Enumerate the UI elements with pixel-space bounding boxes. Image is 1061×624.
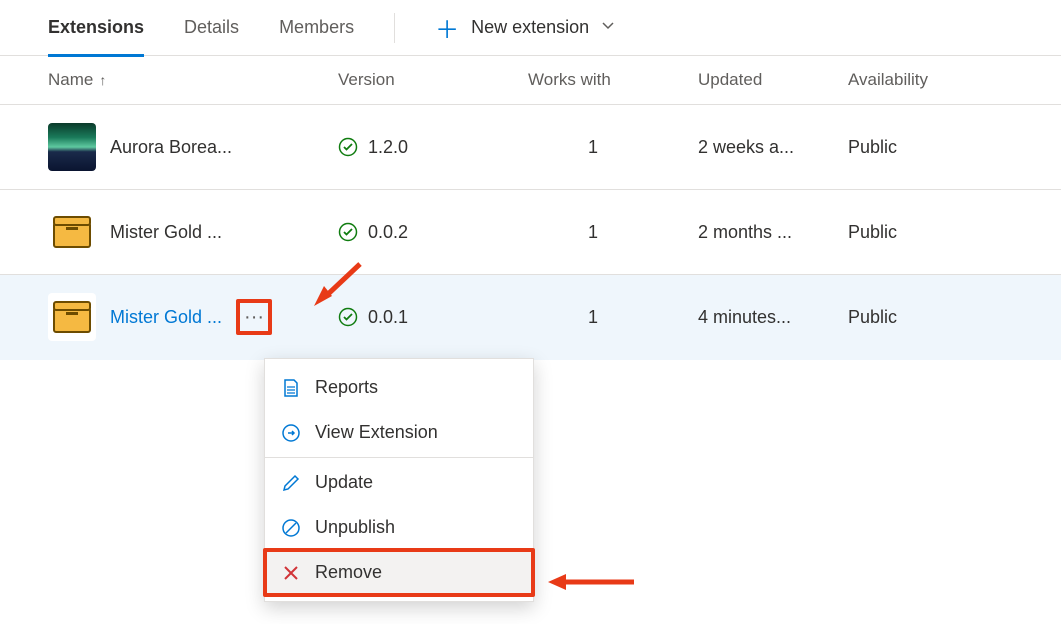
context-menu: Reports View Extension Update Unpublish … bbox=[264, 358, 534, 602]
cell-version: 0.0.1 bbox=[338, 307, 528, 328]
table-header: Name ↑ Version Works with Updated Availa… bbox=[0, 56, 1061, 105]
menu-label: View Extension bbox=[315, 422, 438, 443]
menu-item-update[interactable]: Update bbox=[265, 460, 533, 505]
menu-separator bbox=[265, 457, 533, 458]
check-circle-icon bbox=[338, 137, 358, 157]
column-works-with[interactable]: Works with bbox=[528, 70, 698, 90]
arrow-circle-icon bbox=[281, 423, 301, 443]
column-name[interactable]: Name ↑ bbox=[48, 70, 338, 90]
plus-icon: ＋ bbox=[435, 10, 459, 45]
tab-extensions[interactable]: Extensions bbox=[48, 0, 144, 56]
tab-members[interactable]: Members bbox=[279, 0, 354, 56]
new-extension-button[interactable]: ＋ New extension bbox=[435, 10, 615, 45]
tab-details[interactable]: Details bbox=[184, 0, 239, 56]
table-row[interactable]: Aurora Borea... 1.2.0 1 2 weeks a... Pub… bbox=[0, 105, 1061, 190]
menu-item-unpublish[interactable]: Unpublish bbox=[265, 505, 533, 550]
cell-works-with: 1 bbox=[528, 137, 698, 158]
block-icon bbox=[281, 518, 301, 538]
cell-updated: 2 months ... bbox=[698, 222, 848, 243]
menu-item-reports[interactable]: Reports bbox=[265, 365, 533, 410]
extension-name: Mister Gold ... bbox=[110, 222, 222, 243]
extension-name: Aurora Borea... bbox=[110, 137, 232, 158]
tabs-bar: Extensions Details Members ＋ New extensi… bbox=[0, 0, 1061, 56]
column-availability[interactable]: Availability bbox=[848, 70, 1061, 90]
document-icon bbox=[281, 378, 301, 398]
extension-thumbnail-icon bbox=[48, 123, 96, 171]
chevron-down-icon bbox=[601, 17, 615, 38]
menu-label: Remove bbox=[315, 562, 382, 583]
version-text: 1.2.0 bbox=[368, 137, 408, 158]
annotation-arrow-icon bbox=[312, 256, 372, 306]
version-text: 0.0.1 bbox=[368, 307, 408, 328]
cell-updated: 4 minutes... bbox=[698, 307, 848, 328]
extension-name: Mister Gold ... bbox=[110, 307, 222, 328]
menu-label: Reports bbox=[315, 377, 378, 398]
check-circle-icon bbox=[338, 222, 358, 242]
menu-label: Unpublish bbox=[315, 517, 395, 538]
highlight-outline bbox=[263, 548, 535, 597]
extension-thumbnail-icon bbox=[48, 293, 96, 341]
cell-works-with: 1 bbox=[528, 222, 698, 243]
column-updated[interactable]: Updated bbox=[698, 70, 848, 90]
cell-name: Aurora Borea... bbox=[48, 123, 338, 171]
annotation-arrow-icon bbox=[548, 570, 638, 594]
cell-availability: Public bbox=[848, 137, 1061, 158]
menu-label: Update bbox=[315, 472, 373, 493]
column-name-label: Name bbox=[48, 70, 93, 90]
more-actions-button[interactable]: ··· bbox=[236, 299, 272, 335]
cell-name: Mister Gold ... bbox=[48, 208, 338, 256]
tab-separator bbox=[394, 13, 395, 43]
cell-version: 1.2.0 bbox=[338, 137, 528, 158]
cell-availability: Public bbox=[848, 222, 1061, 243]
table-row[interactable]: Mister Gold ... 0.0.2 1 2 months ... Pub… bbox=[0, 190, 1061, 275]
x-icon bbox=[281, 563, 301, 583]
ellipsis-icon: ··· bbox=[244, 306, 264, 329]
column-version[interactable]: Version bbox=[338, 70, 528, 90]
cell-availability: Public bbox=[848, 307, 1061, 328]
menu-item-remove[interactable]: Remove bbox=[265, 550, 533, 595]
table-row[interactable]: Mister Gold ... ··· 0.0.1 1 4 minutes...… bbox=[0, 275, 1061, 360]
menu-item-view-extension[interactable]: View Extension bbox=[265, 410, 533, 455]
cell-updated: 2 weeks a... bbox=[698, 137, 848, 158]
pencil-icon bbox=[281, 473, 301, 493]
cell-works-with: 1 bbox=[528, 307, 698, 328]
extension-thumbnail-icon bbox=[48, 208, 96, 256]
sort-arrow-up-icon: ↑ bbox=[99, 72, 106, 88]
check-circle-icon bbox=[338, 307, 358, 327]
cell-version: 0.0.2 bbox=[338, 222, 528, 243]
version-text: 0.0.2 bbox=[368, 222, 408, 243]
cell-name: Mister Gold ... ··· bbox=[48, 293, 338, 341]
new-extension-label: New extension bbox=[471, 17, 589, 38]
